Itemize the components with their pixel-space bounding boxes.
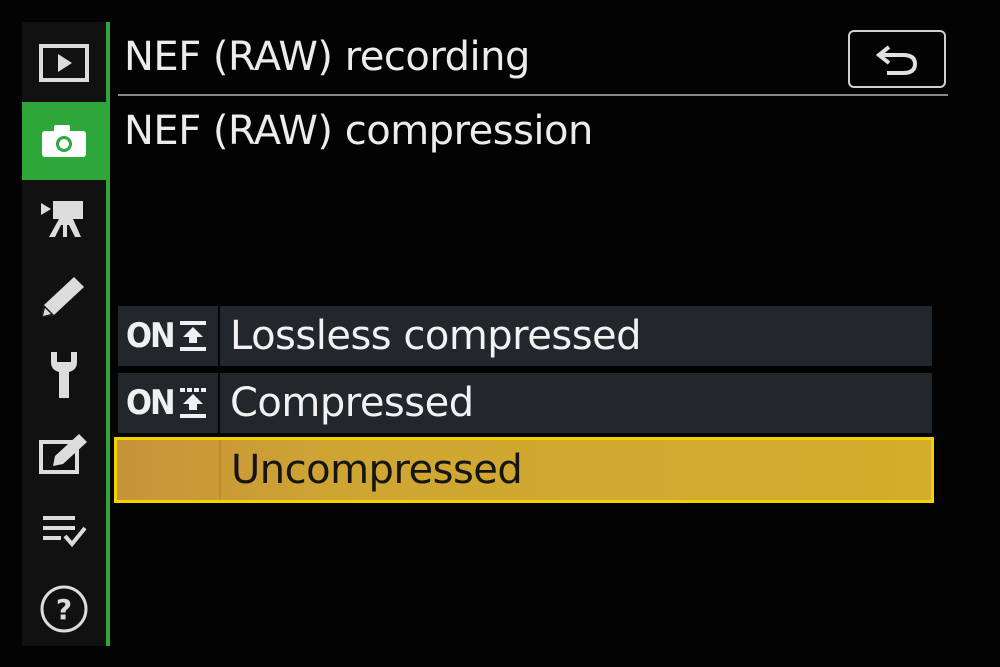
option-icon-cell: ON [118,306,220,366]
option-label: Compressed [230,380,474,426]
help-icon: ? [40,585,88,633]
header-divider [118,94,948,96]
wrench-icon [51,352,77,398]
option-icon-cell: ON [118,373,220,433]
compressed-icon [179,388,206,418]
sidebar-item-retouch[interactable] [22,414,106,492]
sidebar-accent-line [106,22,110,646]
svg-text:?: ? [56,593,72,626]
lossless-compressed-icon [179,321,206,351]
my-menu-icon [43,516,87,548]
sidebar-item-help[interactable]: ? [22,570,106,648]
option-label: Uncompressed [231,447,523,493]
camera-menu-screen: ? NEF (RAW) recording NEF (RAW) compress… [0,0,1000,667]
option-uncompressed[interactable]: Uncompressed [114,437,934,503]
sidebar-item-movie-shooting[interactable] [22,180,106,258]
sidebar-item-playback[interactable] [22,24,106,102]
option-label: Lossless compressed [230,313,642,359]
sidebar-item-my-menu[interactable] [22,492,106,570]
back-button[interactable] [848,30,946,88]
sidebar-item-custom-settings[interactable] [22,258,106,336]
section-title: NEF (RAW) compression [124,108,593,154]
camera-icon [42,125,86,157]
movie-camera-icon [41,201,83,237]
on-label: ON [126,316,176,356]
retouch-icon [39,434,87,474]
page-title: NEF (RAW) recording [124,34,530,80]
on-label: ON [126,383,176,423]
back-arrow-icon [875,45,918,75]
playback-icon [39,44,89,82]
option-compressed[interactable]: ON Compressed [118,373,932,433]
sidebar-item-setup[interactable] [22,336,106,414]
sidebar-item-photo-shooting[interactable] [22,102,106,180]
pencil-icon [42,277,84,317]
option-icon-cell [117,440,221,500]
option-lossless-compressed[interactable]: ON Lossless compressed [118,306,932,366]
